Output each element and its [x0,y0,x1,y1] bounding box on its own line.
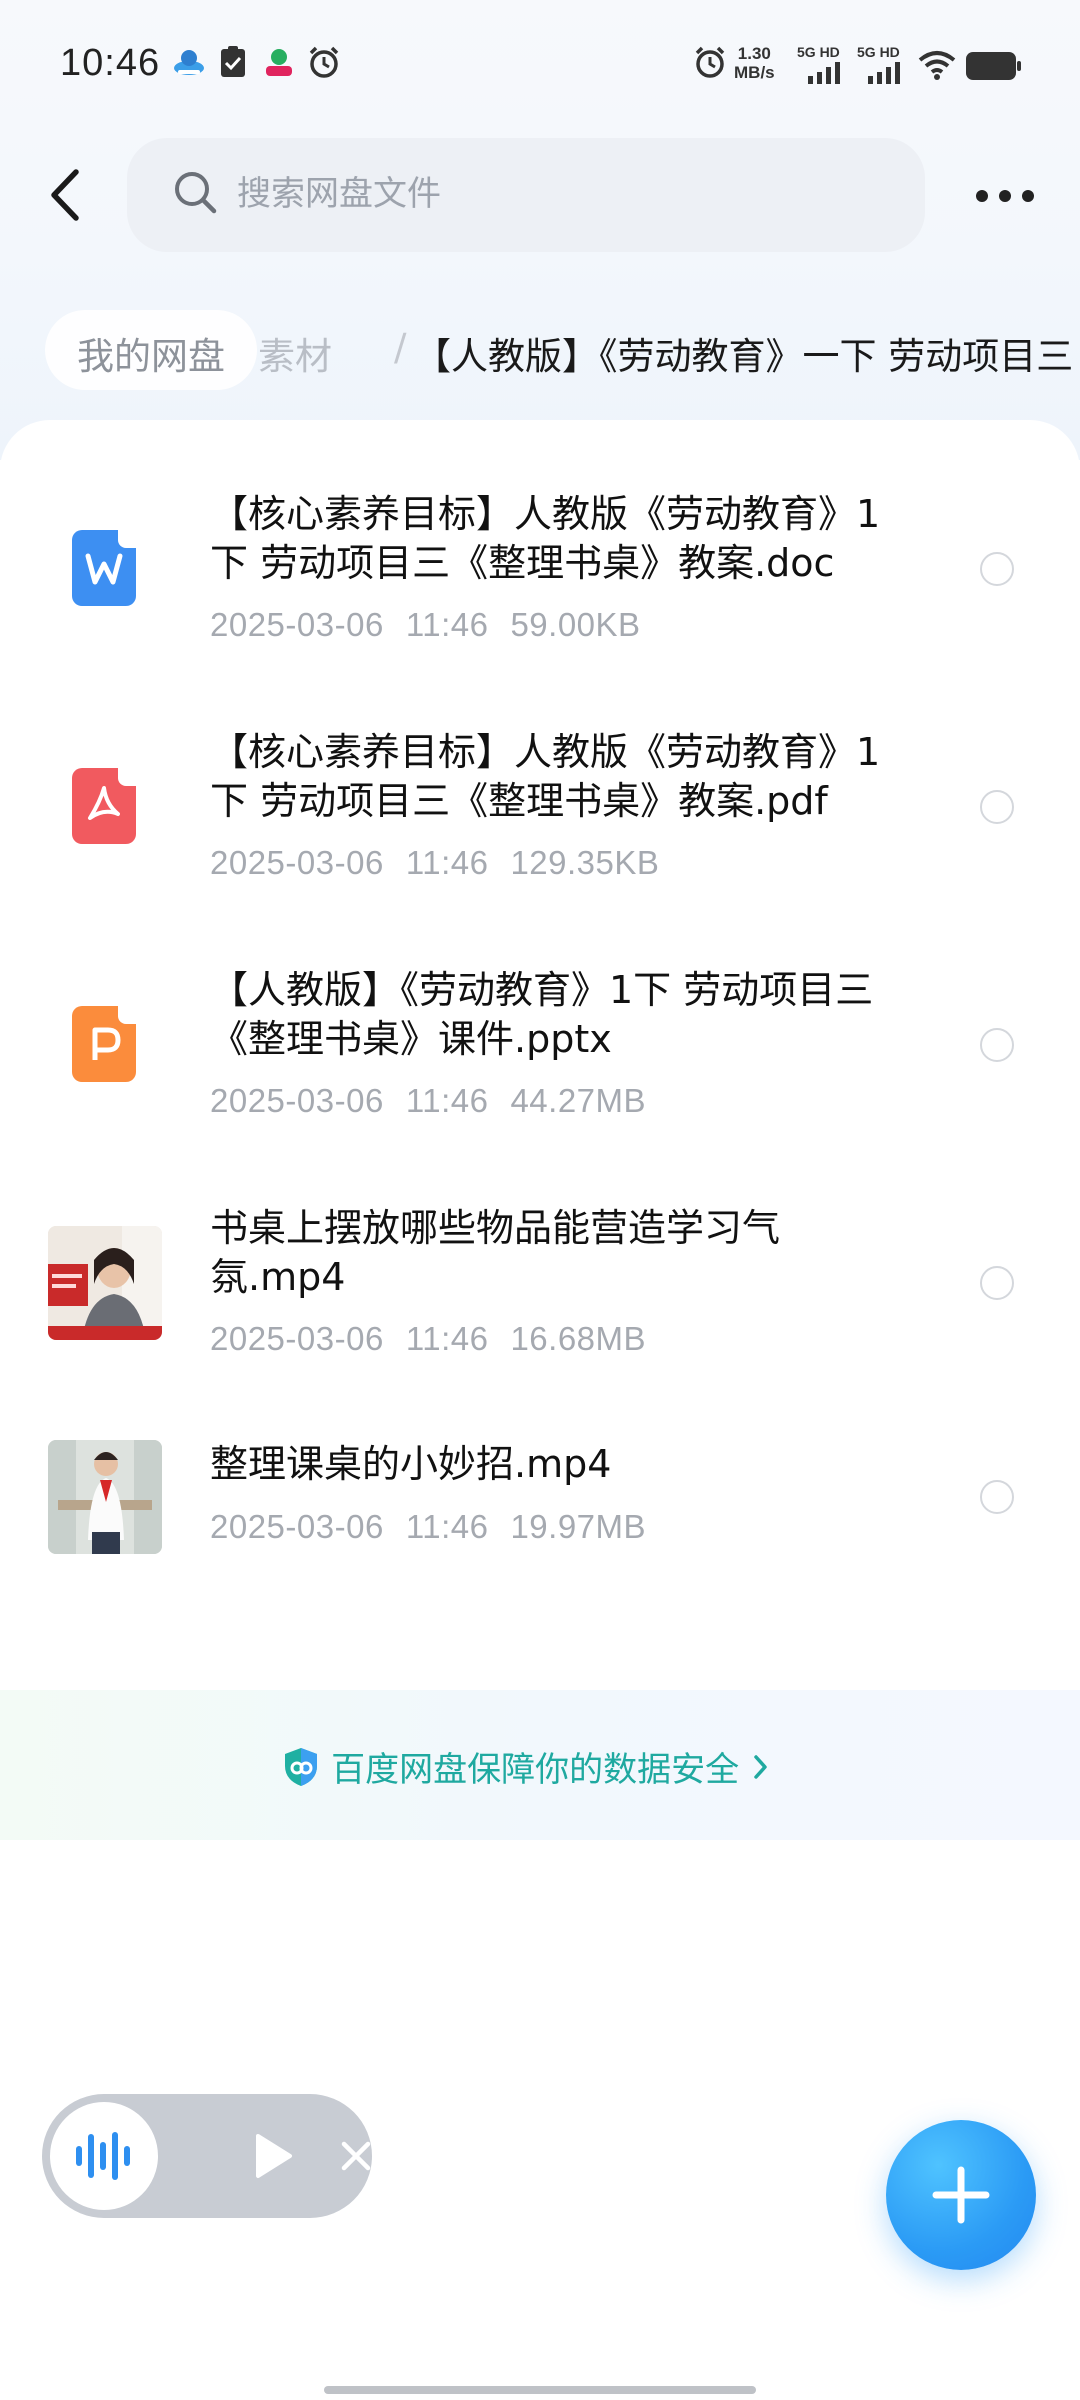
security-link[interactable]: 百度网盘保障你的数据安全 [282,1742,772,1792]
search-bar[interactable] [127,138,925,252]
breadcrumb-item-materials[interactable]: 素材 [258,326,332,380]
speed-unit: MB/s [734,63,775,82]
network-type-1: 5G HD [797,44,840,60]
alarm-icon [695,46,725,78]
breadcrumb-item-current: 【人教版】《劳动教育》一下 劳动项目三 [414,335,1074,378]
close-icon [341,2141,371,2171]
more-options-button[interactable] [970,170,1040,220]
security-banner[interactable]: 百度网盘保障你的数据安全 [0,1690,1080,1840]
signal-icon [808,62,840,84]
dot [999,190,1011,202]
file-name: 【人教版】《劳动教育》1下 劳动项目三《整理书桌》课件.pptx [210,968,874,1061]
file-time: 11:46 [405,1082,489,1119]
voice-player [42,2094,372,2218]
plus-icon [932,2166,990,2224]
search-icon [175,172,217,214]
file-meta: 2025-03-06 11:46 129.35KB [210,844,681,882]
check-clipboard-icon [221,46,245,77]
file-row[interactable]: 【核心素养目标】人教版《劳动教育》1下 劳动项目三《整理书桌》教案.doc 20… [0,480,1080,680]
breadcrumb-separator: / [394,326,407,369]
word-doc-icon [72,530,136,606]
back-button[interactable] [40,160,96,230]
video-thumbnail [48,1226,162,1340]
alarm-icon [309,46,339,78]
file-time: 11:46 [405,1320,489,1357]
select-checkbox[interactable] [980,1266,1014,1300]
signal-icon [868,62,900,84]
file-meta: 2025-03-06 11:46 19.97MB [210,1508,668,1546]
file-meta: 2025-03-06 11:46 44.27MB [210,1082,668,1120]
select-checkbox[interactable] [980,790,1014,824]
file-size: 19.97MB [510,1508,647,1545]
search-input[interactable] [237,168,877,220]
dot [1022,190,1034,202]
file-name: 【核心素养目标】人教版《劳动教育》1下 劳动项目三《整理书桌》教案.doc [210,492,881,585]
status-bar: 10:46 1.30 MB/s 5G HD 5G HD [0,0,1080,130]
file-size: 16.68MB [510,1320,647,1357]
network-type-2: 5G HD [857,44,900,60]
play-icon [256,2134,292,2178]
status-time: 10:46 [60,42,161,84]
file-size: 129.35KB [510,844,660,881]
select-checkbox[interactable] [980,552,1014,586]
file-row[interactable]: 整理课桌的小妙招.mp4 2025-03-06 11:46 19.97MB [0,1432,1080,1592]
ppt-icon [72,1006,136,1082]
file-row[interactable]: 书桌上摆放哪些物品能营造学习气氛.mp4 2025-03-06 11:46 16.6… [0,1194,1080,1394]
close-button[interactable] [338,2138,374,2178]
file-name: 【核心素养目标】人教版《劳动教育》1下 劳动项目三《整理书桌》教案.pdf [210,730,881,823]
chevron-left-icon [51,169,79,221]
cloud-app-icon [174,50,204,75]
voice-wave-button[interactable] [50,2102,158,2210]
file-name: 书桌上摆放哪些物品能营造学习气氛.mp4 [210,1206,781,1299]
app-notification-icon [266,49,292,76]
pdf-icon [72,768,136,844]
video-thumbnail [48,1440,162,1554]
file-date: 2025-03-06 [210,1320,384,1357]
battery-icon [966,52,1021,80]
breadcrumb-item-my-drive[interactable]: 我的网盘 [45,310,257,390]
voice-wave-icon [76,2132,130,2180]
file-time: 11:46 [405,844,489,881]
wifi-icon [918,51,956,80]
home-indicator[interactable] [324,2386,756,2394]
file-date: 2025-03-06 [210,844,384,881]
breadcrumb: 素材 我的网盘 / 【人教版】《劳动教育》一下 劳动项目三 [0,300,1080,400]
file-meta: 2025-03-06 11:46 59.00KB [210,606,663,644]
file-date: 2025-03-06 [210,1082,384,1119]
file-size: 59.00KB [510,606,641,643]
file-row[interactable]: 【人教版】《劳动教育》1下 劳动项目三《整理书桌》课件.pptx 2025-03… [0,956,1080,1156]
file-name: 整理课桌的小妙招.mp4 [210,1442,612,1486]
shield-icon [285,1747,317,1786]
security-text: 百度网盘保障你的数据安全 [331,1750,740,1790]
file-row[interactable]: 【核心素养目标】人教版《劳动教育》1下 劳动项目三《整理书桌》教案.pdf 20… [0,718,1080,918]
select-checkbox[interactable] [980,1480,1014,1514]
chevron-right-icon [754,1754,767,1779]
dot [976,190,988,202]
file-size: 44.27MB [510,1082,647,1119]
file-time: 11:46 [405,606,489,643]
file-meta: 2025-03-06 11:46 16.68MB [210,1320,668,1358]
network-speed: 1.30 MB/s [734,44,775,82]
file-time: 11:46 [405,1508,489,1545]
file-date: 2025-03-06 [210,1508,384,1545]
play-button[interactable] [252,2132,296,2184]
speed-value: 1.30 [737,44,771,63]
add-button[interactable] [886,2120,1036,2270]
file-date: 2025-03-06 [210,606,384,643]
select-checkbox[interactable] [980,1028,1014,1062]
